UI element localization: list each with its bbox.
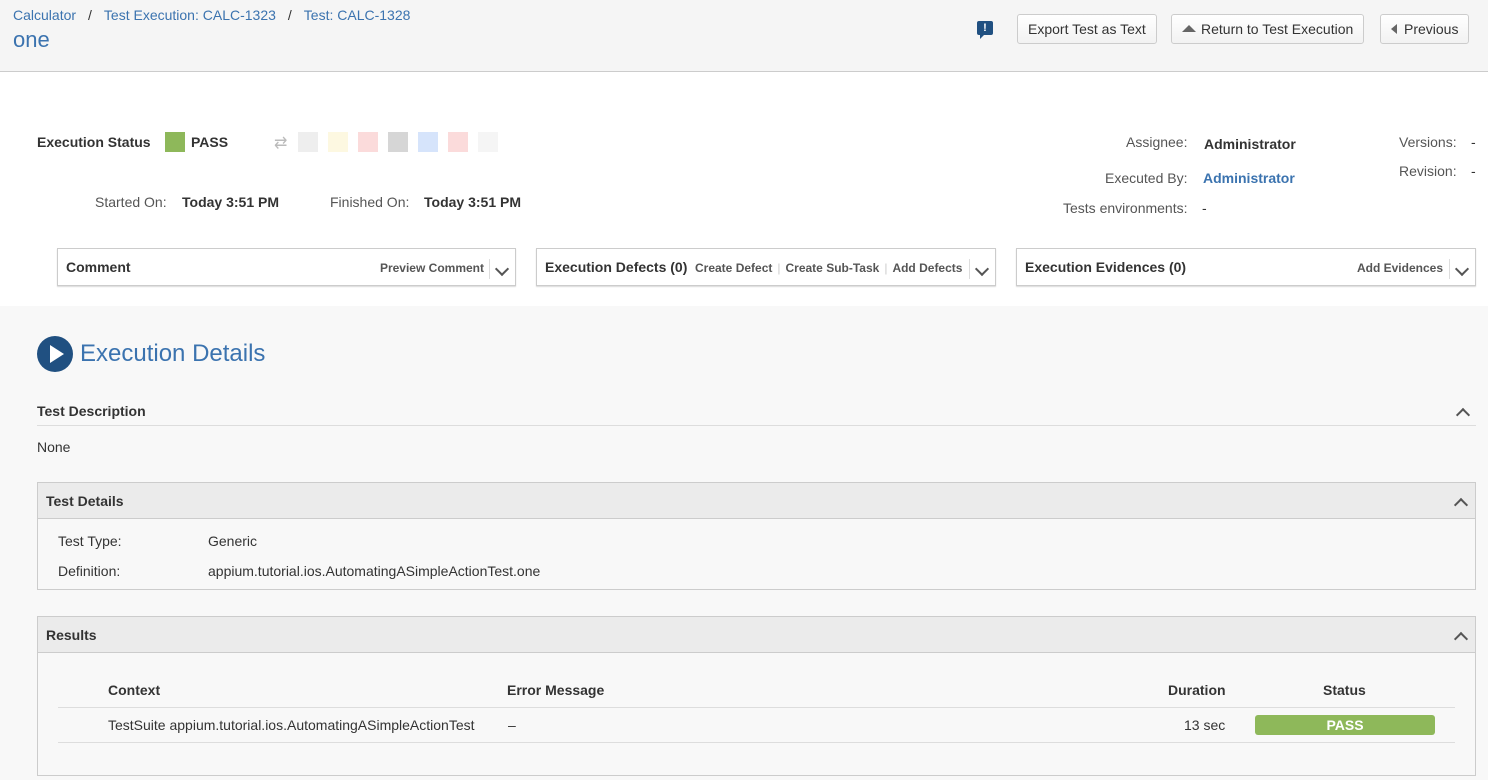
results-header[interactable]: Results xyxy=(38,617,1475,653)
swap-arrows-icon[interactable]: ⇄ xyxy=(274,133,287,153)
execution-defects-panel[interactable]: Execution Defects (0) Create Defect | Crea… xyxy=(536,248,996,286)
table-divider xyxy=(58,742,1455,743)
results-title: Results xyxy=(46,627,97,643)
status-option-custom[interactable] xyxy=(418,132,438,152)
execution-evidences-title: Execution Evidences (0) xyxy=(1025,259,1187,275)
execution-evidences-panel[interactable]: Execution Evidences (0) Add Evidences xyxy=(1016,248,1476,286)
executed-by-link[interactable]: Administrator xyxy=(1203,170,1295,186)
started-on-label: Started On: xyxy=(95,194,167,210)
result-error-message: – xyxy=(508,717,516,733)
execution-details-title: Execution Details xyxy=(80,340,266,367)
feedback-icon[interactable]: ! xyxy=(977,21,993,39)
return-to-test-execution-button[interactable]: Return to Test Execution xyxy=(1171,14,1365,44)
preview-comment-link[interactable]: Preview Comment xyxy=(380,261,484,275)
result-status-badge: PASS xyxy=(1255,715,1435,735)
comment-panel[interactable]: Comment Preview Comment xyxy=(57,248,516,286)
export-test-button[interactable]: Export Test as Text xyxy=(1017,14,1157,44)
chevron-up-icon[interactable] xyxy=(1453,495,1467,509)
status-option-aborted[interactable] xyxy=(388,132,408,152)
revision-label: Revision: xyxy=(1399,163,1457,179)
link-separator: | xyxy=(884,261,888,275)
execution-status-value: PASS xyxy=(191,134,229,150)
assignee-value: Administrator xyxy=(1204,136,1296,152)
column-header-duration: Duration xyxy=(1168,682,1226,698)
column-header-status: Status xyxy=(1323,682,1366,698)
test-description-value: None xyxy=(37,439,71,455)
result-context: TestSuite appium.tutorial.ios.Automating… xyxy=(108,717,475,733)
finished-on-value: Today 3:51 PM xyxy=(424,194,521,210)
status-option-custom-3[interactable] xyxy=(478,132,498,152)
chevron-up-icon[interactable] xyxy=(1453,629,1467,643)
column-header-error-message: Error Message xyxy=(507,682,605,698)
link-separator: | xyxy=(777,261,781,275)
previous-label: Previous xyxy=(1404,21,1459,37)
tests-environments-value: - xyxy=(1202,200,1207,216)
create-subtask-link[interactable]: Create Sub-Task xyxy=(786,261,880,275)
chevron-down-icon[interactable] xyxy=(1449,259,1469,279)
comment-title: Comment xyxy=(66,259,131,275)
add-defects-link[interactable]: Add Defects xyxy=(892,261,962,275)
breadcrumb-test-execution[interactable]: Test Execution: CALC-1323 xyxy=(104,7,276,23)
assignee-label: Assignee: xyxy=(1126,134,1188,150)
status-option-custom-2[interactable] xyxy=(448,132,468,152)
status-option-todo[interactable] xyxy=(298,132,318,152)
add-evidences-link[interactable]: Add Evidences xyxy=(1357,261,1443,275)
definition-value: appium.tutorial.ios.AutomatingASimpleAct… xyxy=(208,563,541,579)
execution-play-icon xyxy=(37,336,73,372)
status-option-fail[interactable] xyxy=(358,132,378,152)
test-type-label: Test Type: xyxy=(58,533,122,549)
finished-on-label: Finished On: xyxy=(330,194,410,210)
divider xyxy=(37,425,1476,426)
results-box: Results xyxy=(37,616,1476,776)
started-on-value: Today 3:51 PM xyxy=(182,194,279,210)
test-details-box: Test Details Test Type: Generic Definiti… xyxy=(37,482,1476,590)
revision-value: - xyxy=(1471,163,1476,179)
chevron-down-icon[interactable] xyxy=(489,259,509,279)
arrow-left-icon xyxy=(1391,24,1397,34)
chevron-down-icon[interactable] xyxy=(969,259,989,279)
breadcrumb-project[interactable]: Calculator xyxy=(13,7,76,23)
page-title: one xyxy=(13,27,50,52)
versions-label: Versions: xyxy=(1399,134,1457,150)
create-defect-link[interactable]: Create Defect xyxy=(695,261,772,275)
table-divider xyxy=(58,707,1455,708)
test-type-value: Generic xyxy=(208,533,258,549)
previous-button[interactable]: Previous xyxy=(1380,14,1470,44)
test-description-title: Test Description xyxy=(37,403,146,419)
status-color-swatch xyxy=(165,132,185,152)
export-test-label: Export Test as Text xyxy=(1028,21,1146,37)
breadcrumb-separator: / xyxy=(287,7,292,23)
chevron-up-icon[interactable] xyxy=(1455,405,1469,419)
versions-value: - xyxy=(1471,134,1476,150)
breadcrumb-test[interactable]: Test: CALC-1328 xyxy=(304,7,411,23)
result-duration: 13 sec xyxy=(1184,717,1226,733)
arrow-up-icon xyxy=(1182,25,1196,32)
breadcrumb: Calculator / Test Execution: CALC-1323 / Tes… xyxy=(13,7,410,23)
status-option-executing[interactable] xyxy=(328,132,348,152)
page-header: Calculator / Test Execution: CALC-1323 / Tes… xyxy=(0,0,1488,72)
execution-status-label: Execution Status xyxy=(37,134,151,150)
execution-defects-title: Execution Defects (0) xyxy=(545,259,688,275)
test-details-title: Test Details xyxy=(46,493,124,509)
column-header-context: Context xyxy=(108,682,161,698)
breadcrumb-separator: / xyxy=(88,7,92,23)
tests-environments-label: Tests environments: xyxy=(1063,200,1188,216)
test-details-header[interactable]: Test Details xyxy=(38,483,1475,519)
return-label: Return to Test Execution xyxy=(1201,21,1354,37)
definition-label: Definition: xyxy=(58,563,121,579)
executed-by-label: Executed By: xyxy=(1105,170,1188,186)
